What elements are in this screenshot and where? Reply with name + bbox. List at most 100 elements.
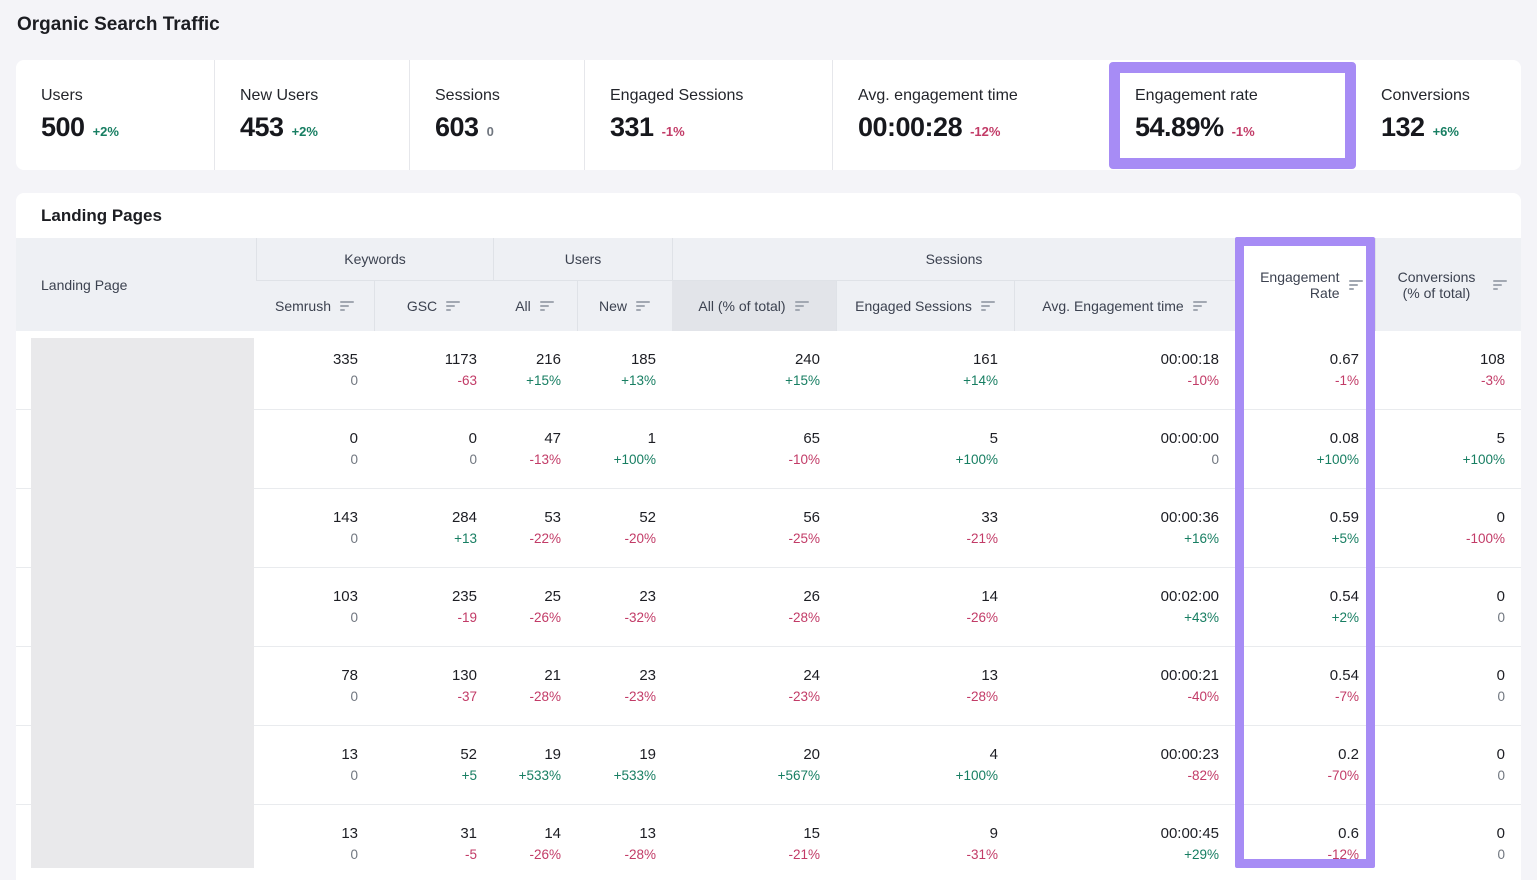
kpi-label: Avg. engagement time (858, 87, 1110, 105)
cell-value: 0 (1497, 507, 1505, 529)
kpi-change: -12% (970, 124, 1000, 139)
cell-value: 21 (544, 665, 561, 687)
cell-value: 216 (536, 349, 561, 371)
gsc-keywords-link[interactable]: 0 (469, 428, 477, 450)
column-header-engagement-rate[interactable]: Engagement Rate (1235, 238, 1375, 331)
sort-icon[interactable] (981, 299, 996, 313)
semrush-keywords-link[interactable]: 13 (341, 823, 358, 845)
cell-value: 0 (1497, 823, 1505, 845)
sort-icon[interactable] (446, 299, 461, 313)
cell-engaged-sessions: 5+100% (836, 410, 1014, 488)
cell-value: 65 (803, 428, 820, 450)
semrush-keywords-link[interactable]: 143 (333, 507, 358, 529)
cell-conversions: 00 (1375, 726, 1521, 804)
column-header-semrush[interactable]: Semrush (256, 281, 374, 331)
gsc-keywords-link[interactable]: 130 (452, 665, 477, 687)
cell-avg-engagement-time: 00:02:00+43% (1014, 568, 1235, 646)
cell-engagement-rate: 0.54-7% (1235, 647, 1375, 725)
cell-value: 47 (544, 428, 561, 450)
cell-value: 0.67 (1330, 349, 1359, 371)
cell-value: 13 (639, 823, 656, 845)
cell-change: -10% (788, 450, 820, 470)
kpi-label: New Users (240, 87, 409, 105)
cell-value: 20 (803, 744, 820, 766)
kpi-label: Conversions (1381, 87, 1521, 105)
cell-sessions-all: 65-10% (672, 410, 836, 488)
cell-gsc: 130-37 (374, 647, 493, 725)
semrush-keywords-link[interactable]: 335 (333, 349, 358, 371)
cell-semrush: 1430 (256, 489, 374, 567)
cell-change: +2% (1332, 608, 1359, 628)
cell-sessions-all: 20+567% (672, 726, 836, 804)
cell-value: 25 (544, 586, 561, 608)
semrush-keywords-link[interactable]: 78 (341, 665, 358, 687)
cell-change: +100% (1463, 450, 1505, 470)
column-header-sessions-all[interactable]: All (% of total) (672, 281, 836, 331)
cell-sessions-all: 24-23% (672, 647, 836, 725)
column-header-conversions[interactable]: Conversions (% of total) (1375, 238, 1521, 331)
cell-change: 0 (350, 608, 358, 628)
cell-change: -7% (1335, 687, 1359, 707)
cell-change: -37 (457, 687, 477, 707)
gsc-keywords-link[interactable]: 235 (452, 586, 477, 608)
kpi-value: 00:00:28 (858, 112, 962, 143)
cell-conversions: 5+100% (1375, 410, 1521, 488)
cell-value: 0.54 (1330, 665, 1359, 687)
kpi-value: 132 (1381, 112, 1425, 143)
cell-change: -3% (1481, 371, 1505, 391)
column-header-gsc[interactable]: GSC (374, 281, 493, 331)
semrush-keywords-link[interactable]: 103 (333, 586, 358, 608)
sort-icon[interactable] (1193, 299, 1208, 313)
cell-change: +533% (519, 766, 561, 786)
cell-change: -40% (1187, 687, 1219, 707)
kpi-value: 54.89% (1135, 112, 1224, 143)
table-title: Landing Pages (41, 206, 162, 226)
sort-icon[interactable] (540, 299, 555, 313)
cell-value: 00:00:00 (1161, 428, 1219, 450)
sort-icon[interactable] (1493, 278, 1508, 292)
cell-change: -26% (529, 608, 561, 628)
cell-value: 0.2 (1338, 744, 1359, 766)
sort-icon[interactable] (636, 299, 651, 313)
sort-icon[interactable] (1349, 278, 1364, 292)
column-header-users-all[interactable]: All (493, 281, 577, 331)
cell-value: 23 (639, 586, 656, 608)
cell-value: 14 (981, 586, 998, 608)
cell-engagement-rate: 0.59+5% (1235, 489, 1375, 567)
cell-users-all: 19+533% (493, 726, 577, 804)
cell-engaged-sessions: 13-28% (836, 647, 1014, 725)
cell-users-new: 185+13% (577, 331, 672, 409)
semrush-keywords-link[interactable]: 0 (350, 428, 358, 450)
cell-value: 33 (981, 507, 998, 529)
cell-gsc: 31-5 (374, 805, 493, 880)
kpi-sessions: Sessions6030 (409, 60, 584, 170)
gsc-keywords-link[interactable]: 284 (452, 507, 477, 529)
cell-change: 0 (350, 450, 358, 470)
cell-change: -23% (788, 687, 820, 707)
cell-users-all: 14-26% (493, 805, 577, 880)
sort-icon[interactable] (795, 299, 810, 313)
semrush-keywords-link[interactable]: 13 (341, 744, 358, 766)
gsc-keywords-link[interactable]: 1173 (445, 349, 477, 371)
cell-value: 240 (795, 349, 820, 371)
cell-semrush: 130 (256, 726, 374, 804)
cell-change: -19 (457, 608, 477, 628)
cell-engagement-rate: 0.2-70% (1235, 726, 1375, 804)
cell-change: -28% (529, 687, 561, 707)
sort-icon[interactable] (340, 299, 355, 313)
kpi-change: -1% (1232, 124, 1255, 139)
cell-change: -25% (788, 529, 820, 549)
cell-change: -22% (529, 529, 561, 549)
column-header-users-new[interactable]: New (577, 281, 672, 331)
gsc-keywords-link[interactable]: 31 (460, 823, 477, 845)
cell-conversions: 0-100% (1375, 489, 1521, 567)
column-header-avg-engagement-time[interactable]: Avg. Engagement time (1014, 281, 1235, 331)
gsc-keywords-link[interactable]: 52 (460, 744, 477, 766)
cell-value: 0.59 (1330, 507, 1359, 529)
cell-change: -13% (529, 450, 561, 470)
cell-users-all: 47-13% (493, 410, 577, 488)
cell-value: 15 (803, 823, 820, 845)
cell-change: -28% (966, 687, 998, 707)
column-header-engaged-sessions[interactable]: Engaged Sessions (836, 281, 1014, 331)
kpi-users: Users500+2% (16, 60, 214, 170)
